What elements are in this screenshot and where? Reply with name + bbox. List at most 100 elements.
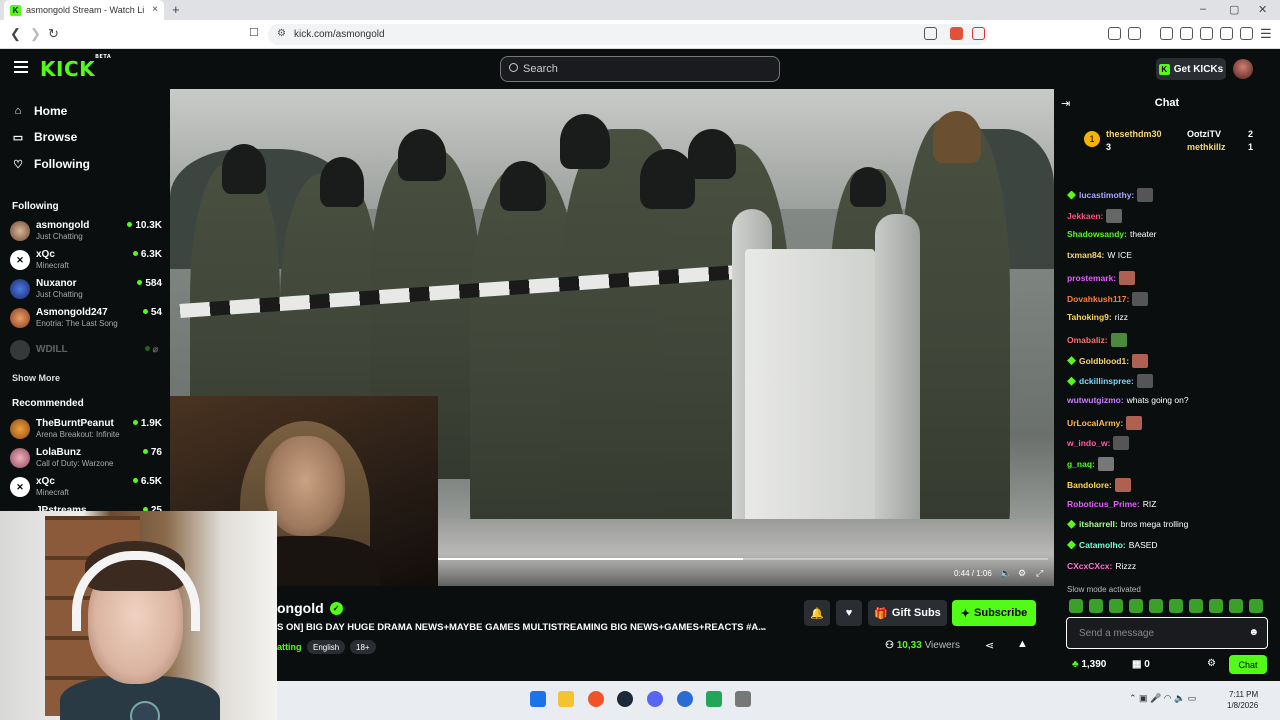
following-channel-wdill[interactable]: WDILL ⌀ [10,336,162,364]
chat-username[interactable]: Dovahkush117: [1067,294,1129,304]
follow-button[interactable]: ♥ [836,600,862,626]
leo-icon[interactable] [1220,27,1233,40]
share-icon[interactable]: ⋖ [985,639,994,652]
emote-button[interactable] [1089,599,1103,613]
chat-username[interactable]: UrLocalArmy: [1067,418,1123,428]
chat-username[interactable]: CXcxCXcx: [1067,561,1112,571]
chat-username[interactable]: itsharrell: [1079,519,1118,529]
address-bar[interactable]: ⚙ kick.com/asmongold [268,24,988,45]
volume-icon[interactable]: 🔈 [1000,568,1011,579]
emote-button[interactable] [1189,599,1203,613]
emoji-icon[interactable]: ☻ [1248,627,1259,638]
app-icon[interactable] [735,691,751,707]
following-channel-asmongold247[interactable]: Asmongold247 Enotria: The Last Song 54 [10,304,162,332]
bookmark-icon[interactable]: ☐ [249,26,259,39]
hamburger-menu-icon[interactable] [14,61,28,73]
steam-icon[interactable] [617,691,633,707]
emote-button[interactable] [1169,599,1183,613]
brave-icon[interactable] [588,691,604,707]
following-channel-xqc[interactable]: ✕ xQc Minecraft 6.3K [10,246,162,274]
back-icon[interactable]: ❮ [10,26,21,42]
share-icon[interactable] [924,27,937,40]
notification-bell-button[interactable]: 🔔 [804,600,830,626]
system-tray[interactable]: ⌃ ▣ 🎤 ◠ 🔈 ▭ [1129,693,1196,704]
forward-icon[interactable]: ❯ [30,26,41,42]
emote-button[interactable] [1109,599,1123,613]
chat-username[interactable]: Bandolore: [1067,480,1112,490]
chat-username[interactable]: Tahoking9: [1067,312,1112,322]
chevron-down-icon[interactable]: ⌄ [759,622,767,633]
search-input[interactable]: Search [500,56,780,82]
chat-message-input[interactable]: Send a message ☻ [1066,617,1268,649]
minimize-button[interactable]: – [1200,3,1206,15]
discord-icon[interactable] [647,691,663,707]
streamer-name[interactable]: ongold ✓ [277,600,343,616]
site-info-icon[interactable]: ⚙ [277,28,286,39]
show-more-link[interactable]: Show More [12,373,60,383]
video-progress-bar[interactable] [438,558,1048,560]
emote-button[interactable] [1069,599,1083,613]
tab-close-icon[interactable]: × [152,4,158,15]
chat-username[interactable]: dckillinspree: [1079,376,1134,386]
new-tab-button[interactable]: + [172,2,180,17]
reading-list-icon[interactable] [1200,27,1213,40]
channel-points[interactable]: ♣ 1,390 [1072,659,1106,670]
start-icon[interactable] [530,691,546,707]
report-icon[interactable]: ▲ [1017,638,1028,650]
browser-tab[interactable]: K asmongold Stream - Watch Li × [4,0,164,20]
emote-button[interactable] [1249,599,1263,613]
tag-language[interactable]: English [307,640,346,654]
close-window-button[interactable]: ✕ [1258,3,1267,16]
chat-username[interactable]: wutwutgizmo: [1067,395,1124,405]
fullscreen-icon[interactable]: ⤢ [1036,568,1043,579]
kicks-balance[interactable]: ▦ 0 [1132,659,1150,670]
media-icon[interactable] [1160,27,1173,40]
kick-logo[interactable]: KICKBETA [40,54,111,81]
following-channel-asmongold[interactable]: asmongold Just Chatting 10.3K [10,217,162,245]
recommended-channel-lolabunz[interactable]: LolaBunz Call of Duty: Warzone 76 [10,444,162,472]
chat-username[interactable]: Catamolho: [1079,540,1126,550]
chat-username[interactable]: Omabaliz: [1067,335,1108,345]
following-channel-nuxanor[interactable]: Nuxanor Just Chatting 584 [10,275,162,303]
chat-username[interactable]: Roboticus_Prime: [1067,499,1140,509]
reload-icon[interactable]: ↻ [48,26,59,42]
app-icon[interactable] [706,691,722,707]
subscribe-button[interactable]: ✦ Subscribe [952,600,1036,626]
system-clock[interactable]: 7:11 PM 1/8/2026 [1227,689,1258,711]
user-avatar[interactable] [1233,59,1253,79]
sidebar-toggle-icon[interactable] [1180,27,1193,40]
app-icon[interactable] [677,691,693,707]
nav-browse[interactable]: ▭ Browse [12,127,78,147]
chat-username[interactable]: prostemark: [1067,273,1116,283]
settings-icon[interactable]: ⚙ [1018,568,1026,579]
nav-following[interactable]: ♡ Following [12,154,90,174]
chat-username[interactable]: Jekkaen: [1067,211,1103,221]
recommended-channel-theburntpeanut[interactable]: TheBurntPeanut Arena Breakout: Infinite … [10,415,162,443]
chat-username[interactable]: w_indo_w: [1067,438,1110,448]
maximize-button[interactable]: ▢ [1229,3,1239,16]
emote-button[interactable] [1129,599,1143,613]
vpn-icon[interactable] [1240,27,1253,40]
file-explorer-icon[interactable] [558,691,574,707]
gifter-name[interactable]: methkillz [1187,142,1226,152]
get-kicks-button[interactable]: K Get KICKs [1156,58,1226,80]
emote-button[interactable] [1209,599,1223,613]
emote-button[interactable] [1229,599,1243,613]
send-chat-button[interactable]: Chat [1229,655,1267,674]
chat-username[interactable]: g_naq: [1067,459,1095,469]
extensions-icon[interactable] [1108,27,1121,40]
wallet-icon[interactable] [1128,27,1141,40]
recommended-channel-xqc[interactable]: ✕ xQc Minecraft 6.5K [10,473,162,501]
gift-subs-button[interactable]: 🎁 Gift Subs [868,600,947,626]
emote-button[interactable] [1149,599,1163,613]
chat-username[interactable]: Goldblood1: [1079,356,1129,366]
gifter-name[interactable]: thesethdm30 [1106,129,1162,139]
chat-username[interactable]: Shadowsandy: [1067,229,1127,239]
nav-home[interactable]: ⌂ Home [12,101,68,121]
stream-category[interactable]: atting [277,642,302,652]
chat-username[interactable]: txman84: [1067,250,1104,260]
gifter-name[interactable]: OotziTV [1187,129,1221,139]
brave-shield-icon[interactable] [950,27,963,40]
chat-settings-icon[interactable]: ⚙ [1207,658,1216,669]
menu-icon[interactable]: ☰ [1260,26,1272,42]
